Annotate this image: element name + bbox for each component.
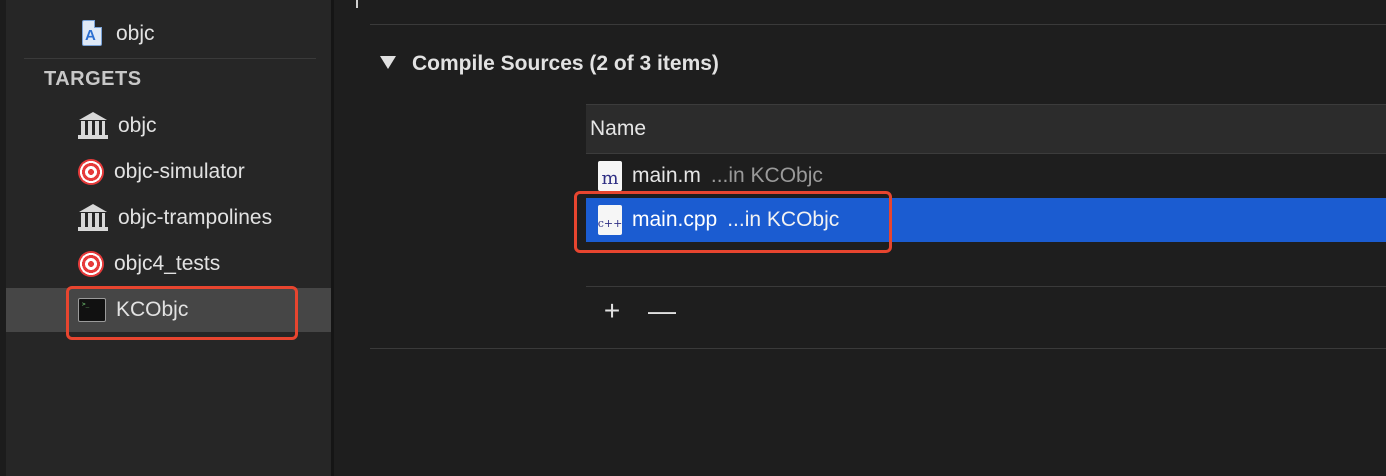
target-item-label: KCObjc [116, 298, 189, 321]
objc-source-file-icon: m [598, 161, 622, 191]
cpp-source-file-icon: c++ [598, 205, 622, 235]
target-icon [78, 251, 104, 277]
column-header-label: Name [590, 117, 647, 140]
target-item-objc[interactable]: objc [6, 104, 331, 148]
target-icon [78, 159, 104, 185]
app-project-icon: A [80, 20, 106, 48]
build-phases-editor: Compile Sources (2 of 3 items) Name m ma… [334, 0, 1386, 476]
target-item-label: objc [118, 114, 157, 137]
terminal-icon: >_ [78, 298, 106, 322]
table-row[interactable]: m main.m ...in KCObjc [586, 154, 1386, 198]
file-location: ...in KCObjc [710, 164, 823, 187]
section-divider [24, 58, 316, 59]
targets-section-header: TARGETS [44, 68, 142, 90]
add-file-button[interactable]: + [597, 295, 627, 326]
project-item-label: objc [116, 22, 155, 45]
table-header-name[interactable]: Name [586, 104, 1386, 154]
library-icon [78, 204, 108, 232]
project-item-objc[interactable]: A objc [80, 18, 155, 50]
target-item-label: objc4_tests [114, 252, 221, 275]
target-item-label: objc-simulator [114, 160, 245, 183]
target-item-kcobjc[interactable]: >_ KCObjc [6, 288, 331, 332]
xcode-window: A objc TARGETS objc objc-simulator objc-… [0, 0, 1386, 476]
table-row[interactable]: c++ main.cpp ...in KCObjc [586, 198, 1386, 242]
target-item-objc4-tests[interactable]: objc4_tests [6, 242, 331, 286]
separator [370, 348, 1386, 349]
library-icon [78, 112, 108, 140]
target-item-objc-simulator[interactable]: objc-simulator [6, 150, 331, 194]
separator [586, 286, 1386, 287]
scroll-caret [356, 0, 358, 8]
target-item-label: objc-trampolines [118, 206, 273, 229]
file-name: main.m [632, 164, 701, 187]
separator [370, 24, 1386, 25]
file-name: main.cpp [632, 208, 718, 231]
remove-file-button[interactable]: — [647, 295, 677, 326]
file-location: ...in KCObjc [727, 208, 840, 231]
project-sidebar: A objc TARGETS objc objc-simulator objc-… [0, 0, 334, 476]
target-item-objc-trampolines[interactable]: objc-trampolines [6, 196, 331, 240]
compile-sources-phase-title[interactable]: Compile Sources (2 of 3 items) [412, 52, 719, 76]
disclosure-triangle-icon[interactable] [380, 56, 396, 69]
